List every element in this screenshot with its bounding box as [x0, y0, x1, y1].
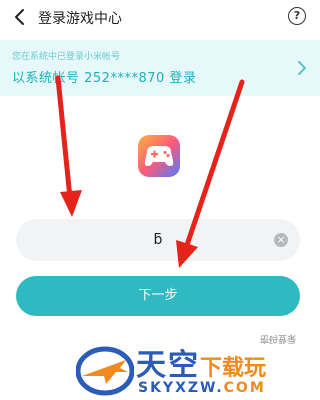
question-circle-icon[interactable]: ?	[288, 7, 306, 25]
watermark-title: 天空下载玩	[136, 340, 266, 384]
watermark-url-accent: COM	[223, 380, 266, 396]
watermark-url: SKYXZW.COM	[138, 380, 266, 396]
site-watermark: 天空下载玩 SKYXZW.COM	[76, 340, 316, 400]
watermark-name-accent: 下载玩	[200, 356, 267, 381]
header-bar: 登录游戏中心 ?	[0, 0, 320, 34]
banner-subtitle: 您在系统中已登录小米帐号	[12, 52, 121, 62]
chevron-left-icon[interactable]	[10, 7, 30, 27]
page-title: 登录游戏中心	[38, 11, 122, 27]
watermark-url-main: SKYXZW.	[138, 380, 224, 396]
clear-circle-icon[interactable]: ×	[274, 233, 288, 247]
account-input[interactable]: ƃ ×	[16, 219, 300, 261]
airplane-logo-icon	[76, 346, 134, 396]
next-button[interactable]: 下一步	[16, 276, 300, 316]
banner-main-text: 以系统帐号 252****870 登录	[12, 71, 197, 86]
account-input-value: ƃ	[153, 232, 163, 248]
watermark-name-main: 天空	[136, 348, 200, 383]
system-account-login-banner[interactable]: 您在系统中已登录小米帐号 以系统帐号 252****870 登录	[0, 40, 320, 96]
chevron-right-icon	[298, 61, 306, 75]
red-arrow-icon	[55, 75, 82, 217]
gamepad-app-icon	[138, 135, 180, 177]
